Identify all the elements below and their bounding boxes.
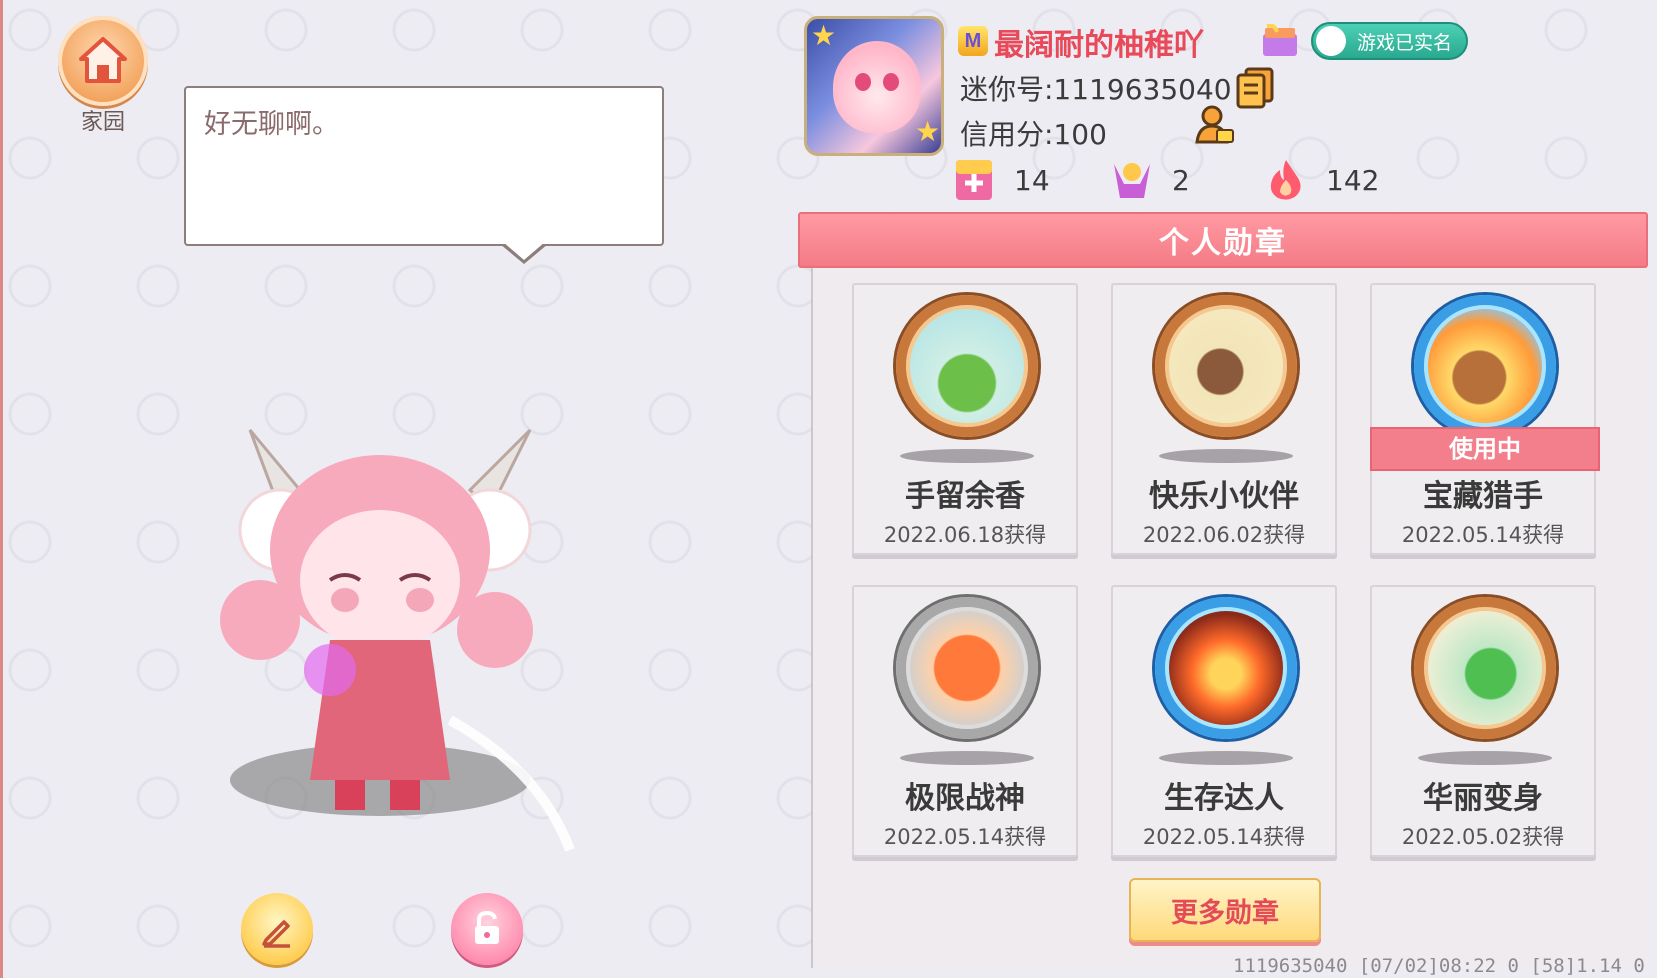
- medal-date: 2022.06.02获得: [1142, 523, 1306, 547]
- more-medals-button[interactable]: 更多勋章: [1129, 878, 1321, 942]
- home-label: 家园: [80, 110, 125, 135]
- fire-medal-icon: [1155, 597, 1297, 739]
- speech-bubble: 好无聊啊。: [184, 86, 664, 246]
- unlock-button[interactable]: [451, 893, 523, 965]
- avatar-eye-left: [855, 73, 871, 91]
- vip-m-badge-icon: M: [958, 26, 988, 56]
- user-check-icon: [1316, 26, 1346, 56]
- flame-icon: [1270, 160, 1301, 200]
- gift-box-icon[interactable]: [1261, 24, 1299, 58]
- medal-name: 快乐小伙伴: [1149, 479, 1299, 514]
- boss-medal-icon: [896, 597, 1038, 739]
- left-edge: [0, 0, 3, 978]
- stat-fans-count: 2: [1110, 158, 1190, 202]
- medal-card[interactable]: 华丽变身 2022.05.02获得: [1370, 585, 1596, 857]
- stat-value: 2: [1172, 163, 1190, 197]
- dino-medal-icon: [1414, 597, 1556, 739]
- medal-date: 2022.05.14获得: [1401, 523, 1565, 547]
- unlock-icon: [475, 910, 499, 944]
- bubble-text: 好无聊啊。: [204, 109, 339, 140]
- medal-name: 极限战神: [905, 781, 1025, 816]
- mini-id: 迷你号:1119635040: [960, 73, 1232, 106]
- realname-badge[interactable]: 游戏已实名: [1311, 22, 1468, 60]
- realname-label: 游戏已实名: [1357, 31, 1453, 54]
- plus-card-icon: [956, 160, 992, 200]
- house-icon: [79, 37, 127, 83]
- bubble-tail: [500, 242, 548, 264]
- person-card-icon[interactable]: [1193, 104, 1235, 146]
- medal-card[interactable]: 使用中 宝藏猎手 2022.05.14获得: [1370, 283, 1600, 555]
- medal-card[interactable]: 快乐小伙伴 2022.06.02获得: [1111, 283, 1337, 555]
- friends-medal-icon: [1155, 295, 1297, 437]
- medal-shadow: [1159, 751, 1293, 765]
- medals-title: 个人勋章: [798, 212, 1648, 268]
- avatar-face: [833, 41, 921, 133]
- home-button[interactable]: [58, 16, 148, 106]
- credit-score: 信用分:100: [960, 118, 1107, 151]
- medal-name: 华丽变身: [1423, 781, 1543, 816]
- edit-button[interactable]: [241, 893, 313, 965]
- medal-name: 宝藏猎手: [1423, 479, 1543, 514]
- frog-medal-icon: [896, 295, 1038, 437]
- pencil-icon: [262, 920, 290, 948]
- character-avatar[interactable]: [220, 420, 620, 920]
- medal-card[interactable]: 手留余香 2022.06.18获得: [852, 283, 1078, 555]
- avatar-eye-right: [883, 73, 899, 91]
- footer-debug-text: 1119635040 [07/02]08:22 0 [58]1.14 0: [1233, 955, 1645, 977]
- medal-date: 2022.05.14获得: [883, 825, 1047, 849]
- medal-shadow: [900, 449, 1034, 463]
- medal-shadow: [1418, 751, 1552, 765]
- treasure-medal-icon: [1414, 295, 1556, 437]
- medal-date: 2022.06.18获得: [883, 523, 1047, 547]
- medal-shadow: [900, 751, 1034, 765]
- star-icon: ★: [915, 115, 941, 148]
- stat-popularity-count: 142: [1264, 158, 1379, 202]
- medal-card[interactable]: 生存达人 2022.05.14获得: [1111, 585, 1337, 857]
- profile-avatar[interactable]: ★ ★: [804, 16, 944, 156]
- fans-icon: [1114, 163, 1150, 198]
- medal-card[interactable]: 极限战神 2022.05.14获得: [852, 585, 1078, 857]
- nickname: 最阔耐的柚稚吖: [994, 28, 1204, 63]
- stat-card-count: 14: [952, 158, 1050, 202]
- stat-value: 142: [1326, 163, 1380, 197]
- medal-name: 手留余香: [905, 479, 1025, 514]
- medal-date: 2022.05.14获得: [1142, 825, 1306, 849]
- stat-value: 14: [1014, 163, 1050, 197]
- star-icon: ★: [811, 19, 837, 52]
- copy-icon[interactable]: [1236, 67, 1274, 109]
- medal-name: 生存达人: [1164, 781, 1284, 816]
- in-use-badge: 使用中: [1370, 427, 1600, 471]
- medal-shadow: [1159, 449, 1293, 463]
- medal-date: 2022.05.02获得: [1401, 825, 1565, 849]
